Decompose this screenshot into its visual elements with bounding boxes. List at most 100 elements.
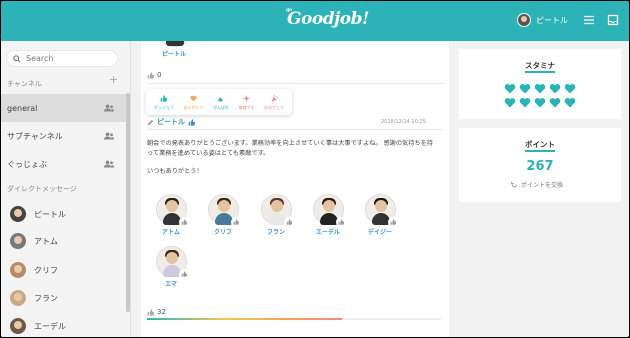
dm-item[interactable]: ピートル xyxy=(10,206,66,222)
thumbs-up-icon xyxy=(178,269,189,279)
recipient-name: フラン xyxy=(266,229,285,236)
recipient[interactable]: フラン xyxy=(256,194,296,236)
recipient[interactable]: デイジー xyxy=(360,194,400,236)
user-name: ピートル xyxy=(536,15,568,25)
reaction-respect[interactable]: 尊敬です xyxy=(239,94,255,111)
recipient[interactable]: エマ xyxy=(151,246,191,288)
recipient[interactable]: エーデル xyxy=(308,194,348,236)
thumbs-up-icon xyxy=(147,308,154,316)
heart-icon xyxy=(564,84,576,94)
dm-item[interactable]: エーデル xyxy=(10,318,66,334)
points-title: ポイント xyxy=(525,140,555,149)
dm-label: エーデル xyxy=(34,321,66,331)
prev-recipient[interactable]: ピートル xyxy=(154,41,194,58)
like-count: 32 xyxy=(157,308,166,316)
recipient-name: クリフ xyxy=(213,229,232,236)
message-line: いつもありがとう！ xyxy=(147,168,203,175)
channel-item-general[interactable]: general xyxy=(1,94,126,122)
reaction-progress-bar xyxy=(147,318,442,320)
dm-label: ピートル xyxy=(34,209,66,219)
thumbs-up-icon xyxy=(188,118,195,126)
current-user[interactable]: ピートル xyxy=(517,13,568,27)
message-line: 朝会での発表ありがとうございます。業務効率を向上させていく事は大事ですよね。 感… xyxy=(147,140,433,147)
thumbs-up-icon xyxy=(283,217,294,227)
reaction-label: がんばれ xyxy=(212,104,229,110)
channel-label: ぐっじょぶ xyxy=(7,159,47,169)
reaction-goodjob[interactable]: グッジョブ xyxy=(154,94,174,111)
reaction-cheer[interactable]: がんばれ xyxy=(213,94,229,111)
app-logo[interactable]: go Goodjob! xyxy=(286,7,369,29)
post-timestamp: 2018/12/14 10:25 xyxy=(381,119,426,125)
heart-icon xyxy=(564,98,576,108)
channels-heading: チャンネル xyxy=(7,80,42,88)
party-popper-icon xyxy=(269,94,279,104)
recipient[interactable]: アトム xyxy=(151,194,191,236)
reaction-thanks[interactable]: ありがとう xyxy=(183,94,203,111)
inbox-icon[interactable] xyxy=(607,14,619,26)
like-count: 0 xyxy=(157,71,162,79)
points-value: 267 xyxy=(526,159,554,174)
thumbs-up-icon xyxy=(159,94,169,104)
avatar xyxy=(10,262,26,278)
avatar xyxy=(10,206,26,222)
search-box[interactable] xyxy=(6,50,118,67)
recipient[interactable]: クリフ xyxy=(203,194,243,236)
recipient-name: デイジー xyxy=(367,229,392,236)
heart-icon xyxy=(534,84,546,94)
reaction-congrats[interactable]: おめでとう xyxy=(264,94,284,111)
user-avatar xyxy=(517,13,531,27)
heart-icon xyxy=(519,84,531,94)
avatar-body xyxy=(165,41,184,46)
dm-item[interactable]: クリフ xyxy=(10,262,58,278)
channel-label: サブチャンネル xyxy=(7,131,63,141)
top-bar: go Goodjob! ピートル xyxy=(1,1,629,41)
divider xyxy=(147,129,443,130)
heart-icon xyxy=(549,84,561,94)
avatar xyxy=(312,194,346,227)
pencil-icon xyxy=(147,119,154,125)
progress-fill xyxy=(147,318,342,320)
avatar xyxy=(155,194,189,227)
heart-icon xyxy=(534,98,546,108)
channel-item-sub[interactable]: サブチャンネル xyxy=(1,122,126,150)
heart-icon xyxy=(519,98,531,108)
prev-like-count[interactable]: 0 xyxy=(147,71,161,79)
dm-item[interactable]: アトム xyxy=(10,233,58,249)
refresh-icon xyxy=(511,181,518,188)
avatar xyxy=(364,194,398,227)
stamina-hearts xyxy=(504,83,580,108)
sidebar-scrollbar[interactable] xyxy=(126,93,130,312)
reaction-label: 尊敬です xyxy=(238,104,255,110)
menu-icon[interactable] xyxy=(583,14,595,26)
dm-label: クリフ xyxy=(34,265,58,275)
avatar xyxy=(10,233,26,249)
thumbs-up-icon xyxy=(178,217,189,227)
members-icon xyxy=(104,104,114,112)
heart-icon xyxy=(504,98,516,108)
exchange-points-link[interactable]: ポイントを交換 xyxy=(511,180,563,189)
reaction-label: ありがとう xyxy=(183,104,204,110)
members-icon xyxy=(104,160,114,168)
avatar xyxy=(260,194,294,227)
post-like-count[interactable]: 32 xyxy=(147,308,166,316)
search-input[interactable] xyxy=(26,54,112,63)
recipient-name: アトム xyxy=(161,229,180,236)
title-underline xyxy=(525,71,555,73)
reaction-label: おめでとう xyxy=(264,104,285,110)
recipient-name: ピートル xyxy=(161,51,186,58)
post-author-row: ピートル xyxy=(147,117,195,127)
post-message: 朝会での発表ありがとうございます。業務効率を向上させていく事は大事ですよね。 感… xyxy=(147,139,443,186)
recipient-name: エーデル xyxy=(315,229,340,236)
message-line: って業務を進めている姿はとても素敵です。 xyxy=(147,149,270,157)
members-icon xyxy=(104,132,114,140)
dm-item[interactable]: フラン xyxy=(10,290,58,306)
thumbs-up-icon xyxy=(147,71,154,79)
add-channel-icon[interactable]: + xyxy=(109,74,118,85)
post-author[interactable]: ピートル xyxy=(157,117,185,127)
avatar xyxy=(207,194,241,227)
reaction-label: グッジョブ xyxy=(153,104,174,110)
heart-icon xyxy=(504,84,516,94)
thumbs-up-icon xyxy=(335,217,346,227)
channel-item-goodjob[interactable]: ぐっじょぶ xyxy=(1,150,126,178)
avatar xyxy=(155,246,189,279)
